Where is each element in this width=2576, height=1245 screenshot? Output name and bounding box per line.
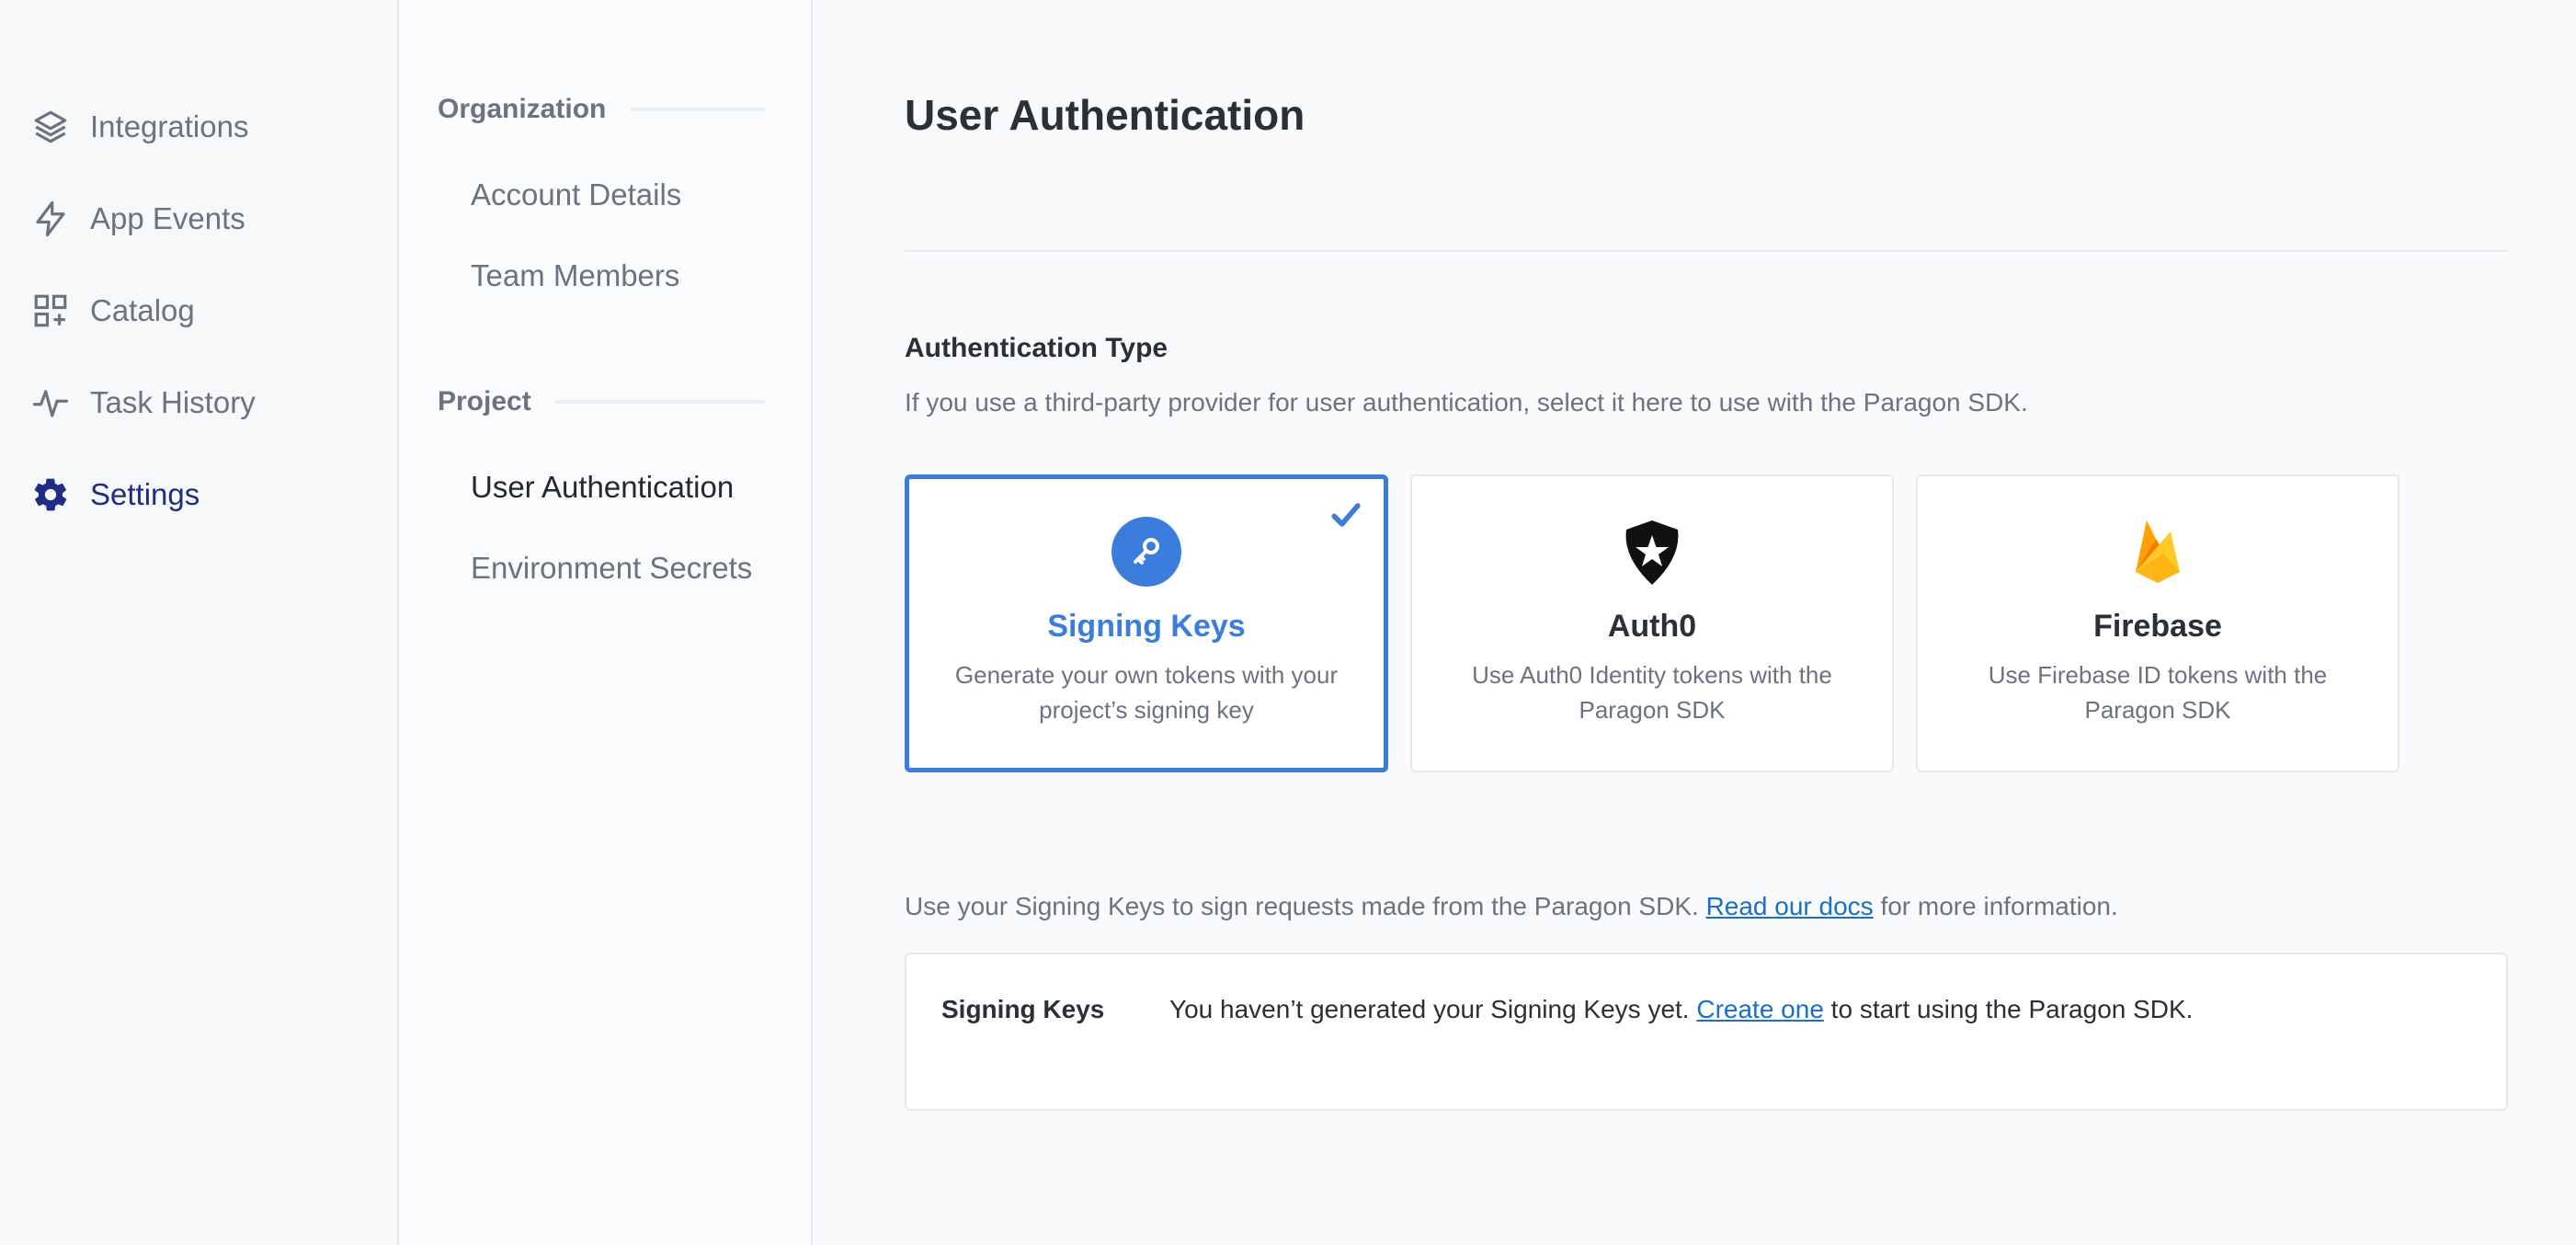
nav-label: Settings (90, 477, 200, 511)
nav-label: Task History (90, 385, 256, 419)
auth0-logo-icon (1617, 517, 1687, 587)
settings-sidebar: Organization Account Details Team Member… (399, 0, 813, 1245)
nav-item-task-history[interactable]: Task History (0, 357, 397, 449)
auth-type-description: If you use a third-party provider for us… (905, 388, 2028, 417)
signing-keys-label: Signing Keys (941, 995, 1105, 1023)
nav-label: Integrations (90, 109, 249, 143)
create-signing-key-link[interactable]: Create one (1696, 995, 1824, 1023)
main-content: User Authentication Authentication Type … (813, 0, 2576, 1245)
grid-plus-icon (31, 291, 70, 330)
auth-option-auth0[interactable]: Auth0 Use Auth0 Identity tokens with the… (1410, 474, 1894, 772)
subnav-item-user-authentication[interactable]: User Authentication (438, 447, 765, 528)
nav-item-settings[interactable]: Settings (0, 449, 397, 541)
checkmark-icon (1330, 499, 1362, 531)
auth-type-options: Signing Keys Generate your own tokens wi… (905, 474, 2510, 772)
auth-option-signing-keys[interactable]: Signing Keys Generate your own tokens wi… (905, 474, 1388, 772)
card-title: Signing Keys (1047, 609, 1246, 644)
read-docs-link[interactable]: Read our docs (1706, 892, 1874, 920)
key-icon (1111, 517, 1181, 587)
section-divider (554, 400, 765, 404)
lightning-icon (31, 200, 70, 238)
nav-item-integrations[interactable]: Integrations (0, 81, 397, 173)
subnav-item-environment-secrets[interactable]: Environment Secrets (438, 528, 765, 609)
nav-item-app-events[interactable]: App Events (0, 173, 397, 265)
auth-option-firebase[interactable]: Firebase Use Firebase ID tokens with the… (1916, 474, 2399, 772)
section-heading-organization: Organization (438, 94, 765, 125)
activity-icon (31, 383, 70, 422)
gear-icon (31, 475, 70, 514)
signing-keys-panel: Signing Keys You haven’t generated your … (905, 953, 2508, 1111)
nav-label: Catalog (90, 293, 195, 327)
signing-keys-info: Use your Signing Keys to sign requests m… (905, 892, 2118, 920)
card-description: Use Firebase ID tokens with the Paragon … (1988, 661, 2328, 724)
title-divider (905, 250, 2508, 252)
signing-keys-status: You haven’t generated your Signing Keys … (1169, 995, 2194, 1023)
app-root: Integrations App Events Catalog Task His… (0, 0, 2576, 1245)
section-heading-project: Project (438, 386, 765, 417)
primary-sidebar: Integrations App Events Catalog Task His… (0, 0, 399, 1245)
nav-label: App Events (90, 201, 245, 235)
auth-type-heading: Authentication Type (905, 333, 1168, 363)
firebase-logo-icon (2123, 517, 2193, 587)
nav-item-catalog[interactable]: Catalog (0, 265, 397, 357)
card-description: Generate your own tokens with your proje… (954, 661, 1339, 724)
card-title: Auth0 (1607, 609, 1697, 644)
card-title: Firebase (2093, 609, 2222, 644)
section-divider (630, 108, 765, 111)
layers-icon (31, 108, 70, 146)
card-description: Use Auth0 Identity tokens with the Parag… (1472, 661, 1832, 724)
subnav-item-account-details[interactable]: Account Details (438, 154, 765, 235)
subnav-item-team-members[interactable]: Team Members (438, 235, 765, 316)
page-title: User Authentication (905, 91, 1305, 139)
